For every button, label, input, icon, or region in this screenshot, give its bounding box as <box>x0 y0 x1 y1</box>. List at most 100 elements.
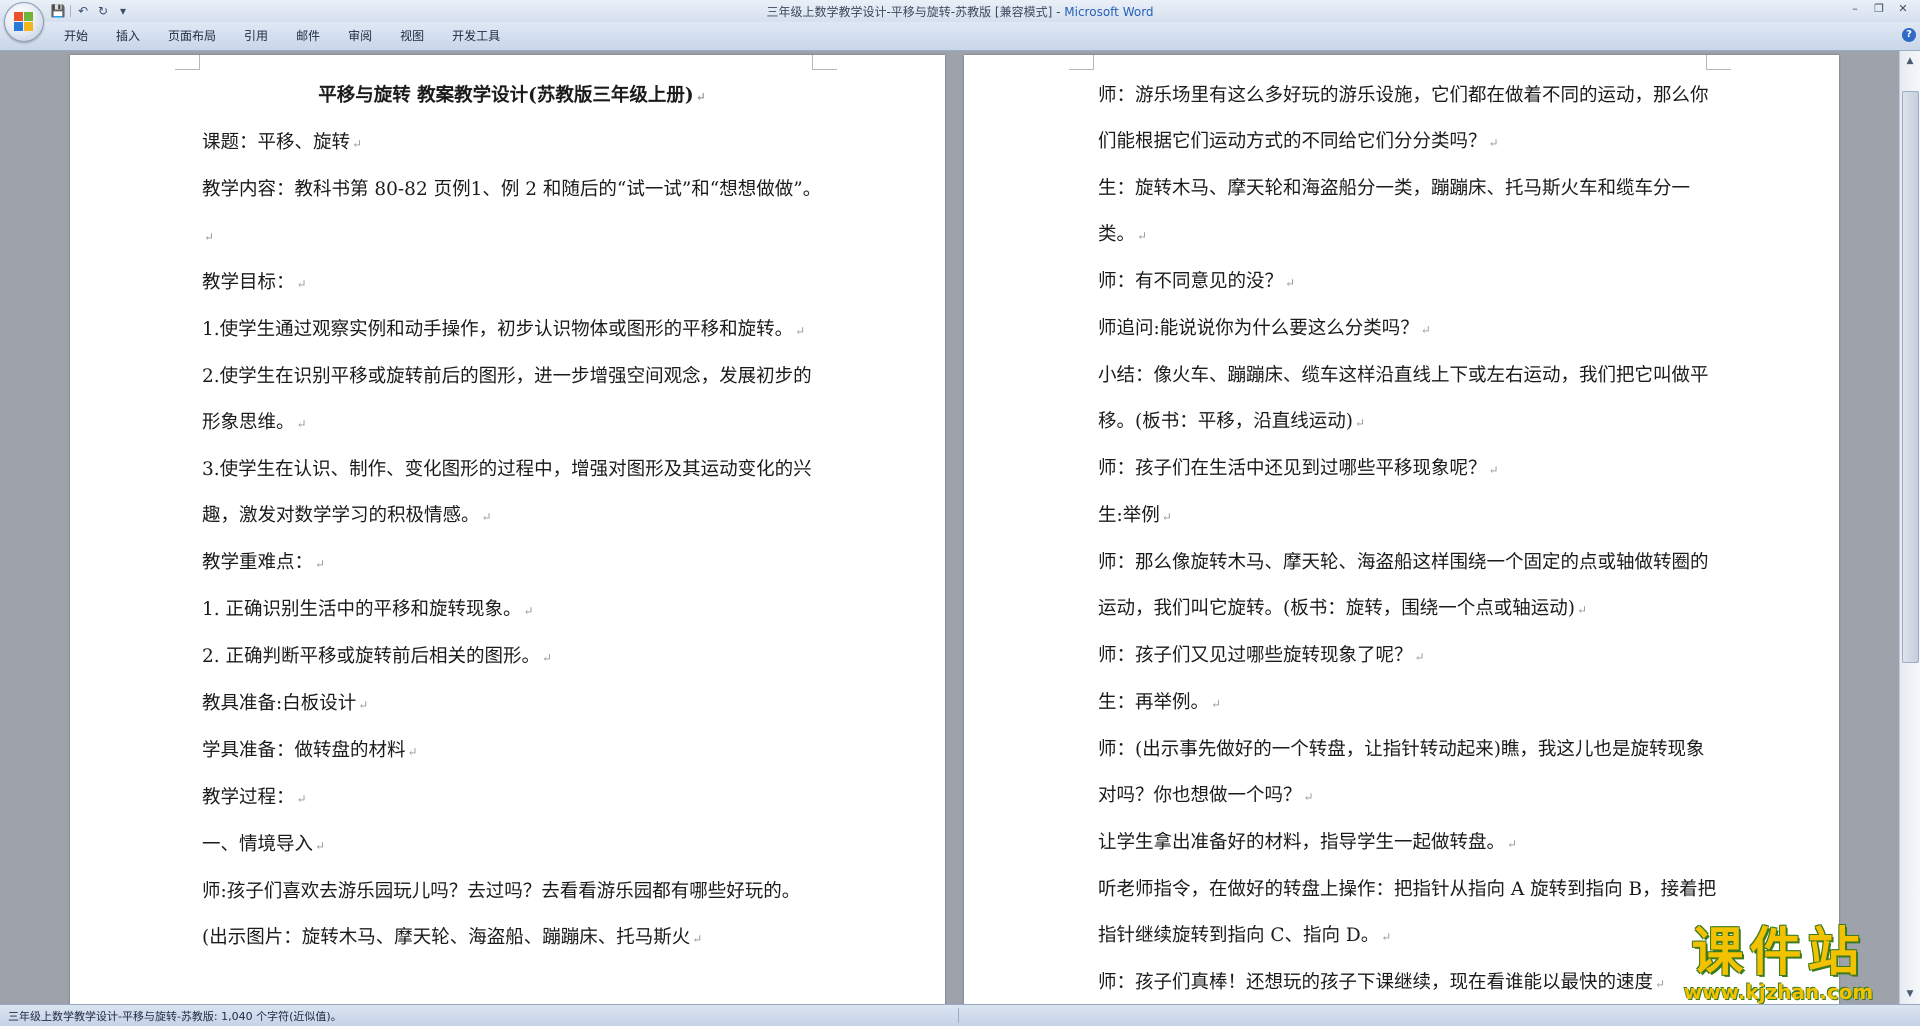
paragraph-text: 师：孩子们又见过哪些旋转现象了呢？ <box>1098 645 1413 666</box>
help-icon[interactable]: ? <box>1902 28 1916 42</box>
paragraph-text: 师：游乐场里有这么多好玩的游乐设施，它们都在做着不同的运动，那么你们能根据它们运… <box>1098 85 1709 152</box>
watermark-url: www.kjzhan.com <box>1683 980 1874 1004</box>
paragraph-mark: ↵ <box>1161 510 1172 524</box>
title-separator: - <box>1052 5 1065 19</box>
paragraph: 师：那么像旋转木马、摩天轮、海盗船这样围绕一个固定的点或轴做转圈的运动，我们叫它… <box>1098 540 1722 633</box>
paragraph: 教学过程： ↵ <box>202 775 822 822</box>
paragraph-mark: ↵ <box>1137 229 1148 243</box>
paragraph-mark: ↵ <box>296 277 307 291</box>
vertical-scrollbar[interactable]: ▲ ▼ <box>1899 51 1920 1004</box>
paragraph: 2. 正确判断平移或旋转前后相关的图形。 ↵ <box>202 634 822 681</box>
page-right[interactable]: 师：游乐场里有这么多好玩的游乐设施，它们都在做着不同的运动，那么你们能根据它们运… <box>964 55 1839 1004</box>
tab-review[interactable]: 审阅 <box>334 22 386 50</box>
paragraph-mark: ↵ <box>1414 650 1425 664</box>
tab-mailings[interactable]: 邮件 <box>282 22 334 50</box>
paragraph-text: 一、情境导入 <box>202 834 314 855</box>
paragraph-text: 师：孩子们在生活中还见到过哪些平移现象呢？ <box>1098 458 1487 479</box>
paragraph-text: 师：孩子们真棒！还想玩的孩子下课继续，现在看谁能以最快的速度 <box>1098 972 1654 993</box>
tab-view[interactable]: 视图 <box>386 22 438 50</box>
paragraph: 师：(出示事先做好的一个转盘，让指针转动起来)瞧，我这儿也是旋转现象对吗？你也想… <box>1098 727 1722 820</box>
page-left[interactable]: 平移与旋转 教案教学设计(苏教版三年级上册) ↵ 课题：平移、旋转 ↵ 教学内容：教科… <box>70 55 945 1004</box>
minimize-button[interactable]: – <box>1844 2 1866 18</box>
crop-mark <box>1706 55 1731 70</box>
document-area[interactable]: 平移与旋转 教案教学设计(苏教版三年级上册) ↵ 课题：平移、旋转 ↵ 教学内容：教科… <box>0 51 1900 1004</box>
paragraph-mark: ↵ <box>296 417 307 431</box>
paragraph: 师：孩子们又见过哪些旋转现象了呢？ ↵ <box>1098 633 1722 680</box>
paragraph-mark: ↵ <box>1354 416 1365 430</box>
paragraph: 教学重难点： ↵ <box>202 540 822 587</box>
paragraph-mark: ↵ <box>795 324 806 338</box>
paragraph-mark: ↵ <box>695 90 706 104</box>
paragraph: 师：孩子们在生活中还见到过哪些平移现象呢？ ↵ <box>1098 446 1722 493</box>
paragraph-text: 教学目标： <box>202 272 295 293</box>
tab-references[interactable]: 引用 <box>230 22 282 50</box>
paragraph: 课题：平移、旋转 ↵ <box>202 120 822 167</box>
paragraph-mark: ↵ <box>1211 697 1222 711</box>
ribbon: 开始 插入 页面布局 引用 邮件 审阅 视图 开发工具 ? <box>0 22 1920 51</box>
ribbon-tabs: 开始 插入 页面布局 引用 邮件 审阅 视图 开发工具 <box>50 22 514 50</box>
paragraph-mark: ↵ <box>1285 276 1296 290</box>
paragraph-text: 生：再举例。 <box>1098 692 1210 713</box>
office-logo-icon <box>14 12 34 32</box>
paragraph-mark: ↵ <box>542 651 553 665</box>
paragraph-mark: ↵ <box>692 932 703 946</box>
paragraph-text: 师追问:能说说你为什么要这么分类吗？ <box>1098 318 1419 339</box>
paragraph-text: 教学内容：教科书第 80-82 页例1、例 2 和随后的“试一试”和“想想做做”… <box>202 179 822 200</box>
paragraph: 1.使学生通过观察实例和动手操作，初步认识物体或图形的平移和旋转。 ↵ <box>202 307 822 354</box>
paragraph: 师：游乐场里有这么多好玩的游乐设施，它们都在做着不同的运动，那么你们能根据它们运… <box>1098 73 1722 166</box>
tab-developer[interactable]: 开发工具 <box>438 22 514 50</box>
watermark-title: 课件站 <box>1691 923 1866 983</box>
paragraph-text: 2. 正确判断平移或旋转前后相关的图形。 <box>202 646 541 667</box>
close-button[interactable]: ✕ <box>1892 2 1914 18</box>
paragraph-text: 2.使学生在识别平移或旋转前后的图形，进一步增强空间观念，发展初步的形象思维。 <box>202 366 812 433</box>
paragraph: 教学目标： ↵ <box>202 260 822 307</box>
paragraph: 1. 正确识别生活中的平移和旋转现象。 ↵ <box>202 587 822 634</box>
paragraph: 师：孩子们真棒！还想玩的孩子下课继续，现在看谁能以最快的速度 ↵ <box>1098 960 1722 1004</box>
paragraph-mark: ↵ <box>407 745 418 759</box>
paragraph: 师:孩子们喜欢去游乐园玩儿吗？去过吗？去看看游乐园都有哪些好玩的。(出示图片：旋… <box>202 869 822 962</box>
title-bar: 💾 ↶ ↻ ▾ 三年级上数学教学设计-平移与旋转-苏教版 [兼容模式] - Mi… <box>0 0 1920 42</box>
paragraph-text: 1.使学生通过观察实例和动手操作，初步认识物体或图形的平移和旋转。 <box>202 319 794 340</box>
paragraph: 教具准备:白板设计 ↵ <box>202 681 822 728</box>
paragraph: 生：旋转木马、摩天轮和海盗船分一类，蹦蹦床、托马斯火车和缆车分一类。 ↵ <box>1098 166 1722 259</box>
window-controls: – ❐ ✕ <box>1844 2 1914 18</box>
document-title: 三年级上数学教学设计-平移与旋转-苏教版 [兼容模式] <box>766 5 1053 19</box>
paragraph: 小结：像火车、蹦蹦床、缆车这样沿直线上下或左右运动，我们把它叫做平移。(板书：平… <box>1098 353 1722 446</box>
scroll-down-button[interactable]: ▼ <box>1902 986 1918 1002</box>
paragraph-mark: ↵ <box>1488 463 1499 477</box>
page-right-content[interactable]: 师：游乐场里有这么多好玩的游乐设施，它们都在做着不同的运动，那么你们能根据它们运… <box>1098 73 1722 1004</box>
paragraph-text: 师:孩子们喜欢去游乐园玩儿吗？去过吗？去看看游乐园都有哪些好玩的。(出示图片：旋… <box>202 881 801 948</box>
paragraph: 2.使学生在识别平移或旋转前后的图形，进一步增强空间观念，发展初步的形象思维。 ↵ <box>202 354 822 447</box>
tab-insert[interactable]: 插入 <box>102 22 154 50</box>
paragraph-mark: ↵ <box>358 698 369 712</box>
restore-button[interactable]: ❐ <box>1868 2 1890 18</box>
paragraph-mark: ↵ <box>1420 323 1431 337</box>
paragraph-mark: ↵ <box>315 557 326 571</box>
paragraph-text: 小结：像火车、蹦蹦床、缆车这样沿直线上下或左右运动，我们把它叫做平移。(板书：平… <box>1098 365 1709 432</box>
paragraph-mark: ↵ <box>1507 837 1518 851</box>
paragraph-text: 生：旋转木马、摩天轮和海盗船分一类，蹦蹦床、托马斯火车和缆车分一类。 <box>1098 178 1691 245</box>
paragraph-text: 教学过程： <box>202 787 295 808</box>
paragraph-text: 教具准备:白板设计 <box>202 693 357 714</box>
page-left-content[interactable]: 平移与旋转 教案教学设计(苏教版三年级上册) ↵ 课题：平移、旋转 ↵ 教学内容：教科… <box>202 73 822 962</box>
paragraph-mark: ↵ <box>1576 603 1587 617</box>
tab-home[interactable]: 开始 <box>50 22 102 50</box>
crop-mark <box>812 55 837 70</box>
paragraph-text: 1. 正确识别生活中的平移和旋转现象。 <box>202 599 522 620</box>
paragraph-text: 师：那么像旋转木马、摩天轮、海盗船这样围绕一个固定的点或轴做转圈的运动，我们叫它… <box>1098 552 1709 619</box>
status-divider <box>958 1008 959 1023</box>
scroll-thumb[interactable] <box>1902 91 1919 663</box>
paragraph-text: 听老师指令，在做好的转盘上操作：把指针从指向 A 旋转到指向 B，接着把指针继续… <box>1098 879 1717 946</box>
office-button[interactable] <box>4 2 44 42</box>
status-text: 三年级上数学教学设计-平移与旋转-苏教版: 1,040 个字符(近似值)。 <box>8 1010 342 1023</box>
paragraph-mark: ↵ <box>1303 790 1314 804</box>
paragraph: 听老师指令，在做好的转盘上操作：把指针从指向 A 旋转到指向 B，接着把指针继续… <box>1098 867 1722 960</box>
window-title: 三年级上数学教学设计-平移与旋转-苏教版 [兼容模式] - Microsoft … <box>0 3 1920 20</box>
tab-page-layout[interactable]: 页面布局 <box>154 22 230 50</box>
paragraph: 生：再举例。 ↵ <box>1098 680 1722 727</box>
paragraph-mark: ↵ <box>352 137 363 151</box>
paragraph-mark: ↵ <box>1488 136 1499 150</box>
scroll-up-button[interactable]: ▲ <box>1902 53 1918 69</box>
paragraph-mark: ↵ <box>1381 930 1392 944</box>
paragraph-text: 师：(出示事先做好的一个转盘，让指针转动起来)瞧，我这儿也是旋转现象对吗？你也想… <box>1098 739 1705 806</box>
